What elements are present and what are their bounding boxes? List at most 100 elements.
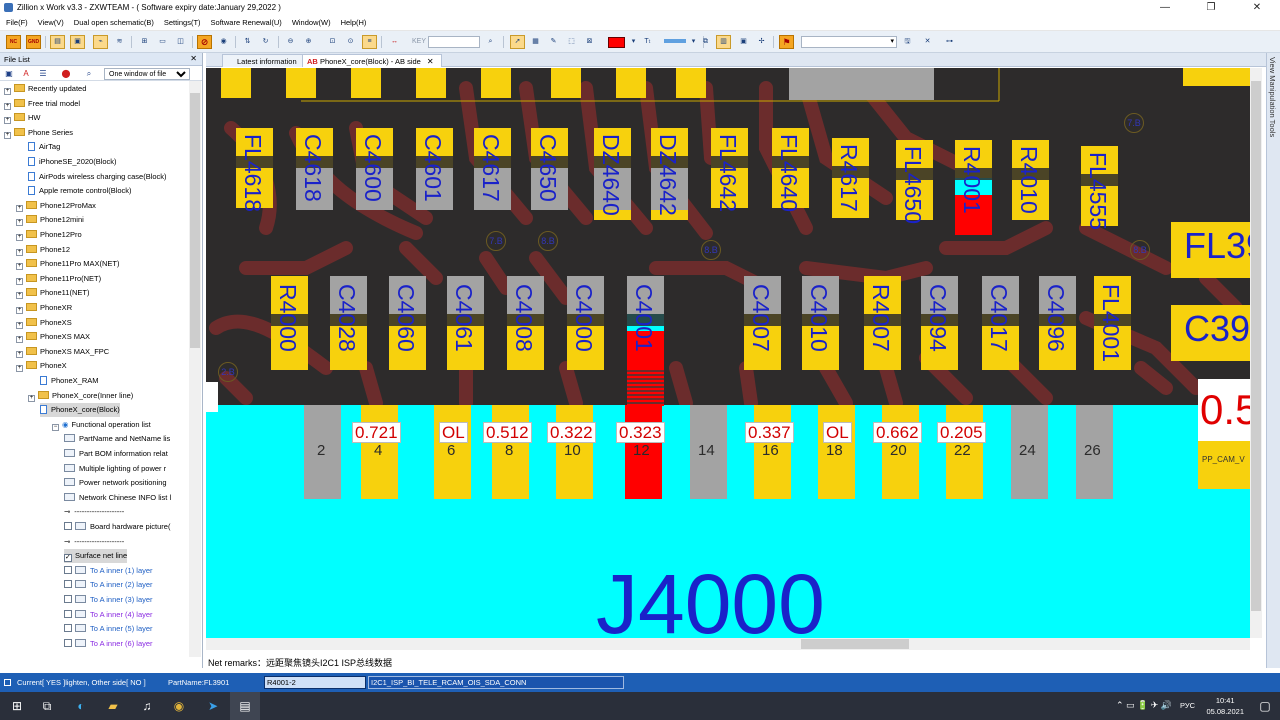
tree-item[interactable]: + PhoneX	[16, 359, 67, 373]
menu-renewal[interactable]: Software Renewal(U)	[205, 16, 286, 27]
maximize-button[interactable]: ❐	[1188, 0, 1234, 16]
tree-item[interactable]: Apple remote control(Block)	[28, 184, 132, 198]
fit-icon[interactable]: ⊡	[325, 35, 340, 49]
itunes-icon[interactable]: ♫	[132, 692, 162, 720]
tray-icons[interactable]: ⌃ ▭ 🔋 ✈ 🔊	[1116, 700, 1172, 711]
checkbox-checked[interactable]: ✓	[64, 554, 72, 563]
text-icon[interactable]: Tₜ	[640, 35, 655, 49]
component-label[interactable]: DZ4642	[655, 134, 681, 216]
file-list-scrollbar[interactable]	[189, 81, 201, 657]
expand-icon[interactable]: +	[16, 234, 23, 241]
tree-item[interactable]: AirTag	[28, 140, 60, 154]
flag-icon[interactable]: ⚑	[779, 35, 794, 49]
expand-icon[interactable]: +	[4, 88, 11, 95]
system-clock[interactable]: 10:41 05.08.2021	[1206, 695, 1244, 717]
save-icon[interactable]: 🖫	[900, 35, 915, 49]
pin-icon[interactable]: ✢	[754, 35, 769, 49]
component-fl39[interactable]: FL39	[1184, 228, 1250, 264]
canvas-vertical-scrollbar[interactable]	[1250, 68, 1262, 638]
tree-item[interactable]: + Free trial model	[4, 97, 80, 111]
crop-icon[interactable]: ⊠	[582, 35, 597, 49]
expand-icon[interactable]: +	[4, 102, 11, 110]
stamp-icon[interactable]: ▥	[716, 35, 731, 49]
flip-icon[interactable]: ⇅	[240, 35, 255, 49]
tree-item[interactable]: + PhoneXS MAX_FPC	[16, 345, 109, 359]
clip-icon[interactable]: ▣	[736, 35, 751, 49]
edge-icon[interactable]: ◐	[66, 692, 96, 720]
tree-item[interactable]: Multiple lighting of power r	[64, 462, 166, 476]
nc-button[interactable]: NC	[6, 35, 21, 49]
component-label[interactable]: C4010	[806, 284, 832, 352]
component-label[interactable]: R4000	[275, 284, 301, 352]
tree-item[interactable]: + Phone12Pro	[16, 228, 82, 242]
expand-icon[interactable]: +	[16, 321, 23, 329]
tree-item[interactable]: + Phone12mini	[16, 213, 84, 227]
component-label[interactable]: C4007	[748, 284, 774, 352]
start-icon[interactable]: ⊞	[2, 692, 32, 720]
component-label[interactable]: FL4618	[240, 134, 266, 212]
tree-item[interactable]: + Phone11Pro(NET)	[16, 272, 101, 286]
line-style-icon[interactable]	[664, 39, 686, 43]
expand-icon[interactable]: +	[16, 350, 23, 358]
search-icon[interactable]: ⌕	[483, 35, 498, 49]
pointer-icon[interactable]: ➚	[510, 35, 525, 49]
tree-item[interactable]: + Recently updated	[4, 82, 86, 96]
tree-item[interactable]: Board hardware picture(	[64, 520, 170, 534]
component-label[interactable]: R4010	[1016, 146, 1042, 214]
list-view-icon[interactable]: ☰	[38, 69, 48, 79]
checkbox[interactable]	[64, 580, 72, 589]
canvas-horizontal-scrollbar[interactable]	[206, 638, 1250, 650]
component-label[interactable]: C4096	[1043, 284, 1069, 352]
menu-view[interactable]: View(V)	[32, 16, 68, 27]
component-label[interactable]: C4650	[535, 134, 561, 202]
menu-window[interactable]: Window(W)	[286, 16, 335, 27]
tree-item[interactable]: + Phone Series	[4, 126, 73, 140]
task-view-icon[interactable]: ⧉	[32, 692, 62, 720]
menu-file[interactable]: File(F)	[0, 16, 32, 27]
tree-item[interactable]: + Phone11(NET)	[16, 286, 89, 300]
notification-icon[interactable]: ▢	[1250, 692, 1280, 720]
net-name-field[interactable]	[368, 676, 624, 689]
tree-item[interactable]: To A inner (6) layer	[64, 637, 153, 651]
checkbox[interactable]	[64, 565, 72, 574]
tree-item[interactable]: ⊸ --------------------	[64, 535, 124, 549]
expand-icon[interactable]: +	[28, 394, 35, 402]
component-label[interactable]: FL4001	[1098, 284, 1124, 362]
tree-item[interactable]: + PhoneXR	[16, 301, 72, 315]
net-icon[interactable]: ≋	[112, 35, 127, 49]
checkbox[interactable]	[64, 609, 72, 618]
expand-icon[interactable]: +	[4, 131, 11, 139]
tree-item[interactable]: + HW	[4, 111, 41, 125]
component-label[interactable]: C4601	[420, 134, 446, 202]
file-list-scroll-thumb[interactable]	[190, 93, 200, 348]
component-label[interactable]: R4001	[959, 146, 985, 214]
zxw-app-icon[interactable]: ▤	[230, 692, 260, 720]
expand-icon[interactable]: +	[16, 292, 23, 300]
component-label[interactable]: C4001	[631, 284, 657, 352]
component-label[interactable]: FL4650	[900, 146, 926, 224]
tree-item[interactable]: + Phone12ProMax	[16, 199, 96, 213]
expand-icon[interactable]: +	[16, 336, 23, 344]
component-c39[interactable]: C39	[1184, 311, 1250, 347]
window-mode-select[interactable]: One window of file	[104, 68, 190, 80]
close-button[interactable]: ✕	[1234, 0, 1280, 16]
component-label[interactable]: C4061	[451, 284, 477, 352]
component-label[interactable]: FL4640	[776, 134, 802, 212]
tab-close-icon[interactable]: ✕	[427, 57, 434, 66]
font-icon[interactable]: A	[21, 69, 31, 79]
horizontal-scroll-thumb[interactable]	[801, 639, 909, 649]
find-icon[interactable]: ⌕	[84, 69, 94, 79]
panel-icon[interactable]: ▭	[155, 35, 170, 49]
expand-icon[interactable]: +	[16, 219, 23, 227]
probe-icon[interactable]: ⌁	[93, 35, 108, 49]
checkbox[interactable]	[64, 595, 72, 603]
ruler-icon[interactable]: ⊶	[942, 35, 957, 49]
tree-item[interactable]: PhoneX_RAM	[40, 374, 99, 388]
minimize-button[interactable]: —	[1142, 0, 1188, 16]
tree-item[interactable]: To A inner (1) layer	[64, 564, 153, 578]
camera-icon[interactable]: ◉	[216, 35, 231, 49]
expand-icon[interactable]: +	[16, 307, 23, 314]
list-icon[interactable]: ≡	[362, 35, 377, 49]
layout-icon[interactable]: ⊞	[137, 35, 152, 49]
checkbox[interactable]	[64, 522, 72, 530]
